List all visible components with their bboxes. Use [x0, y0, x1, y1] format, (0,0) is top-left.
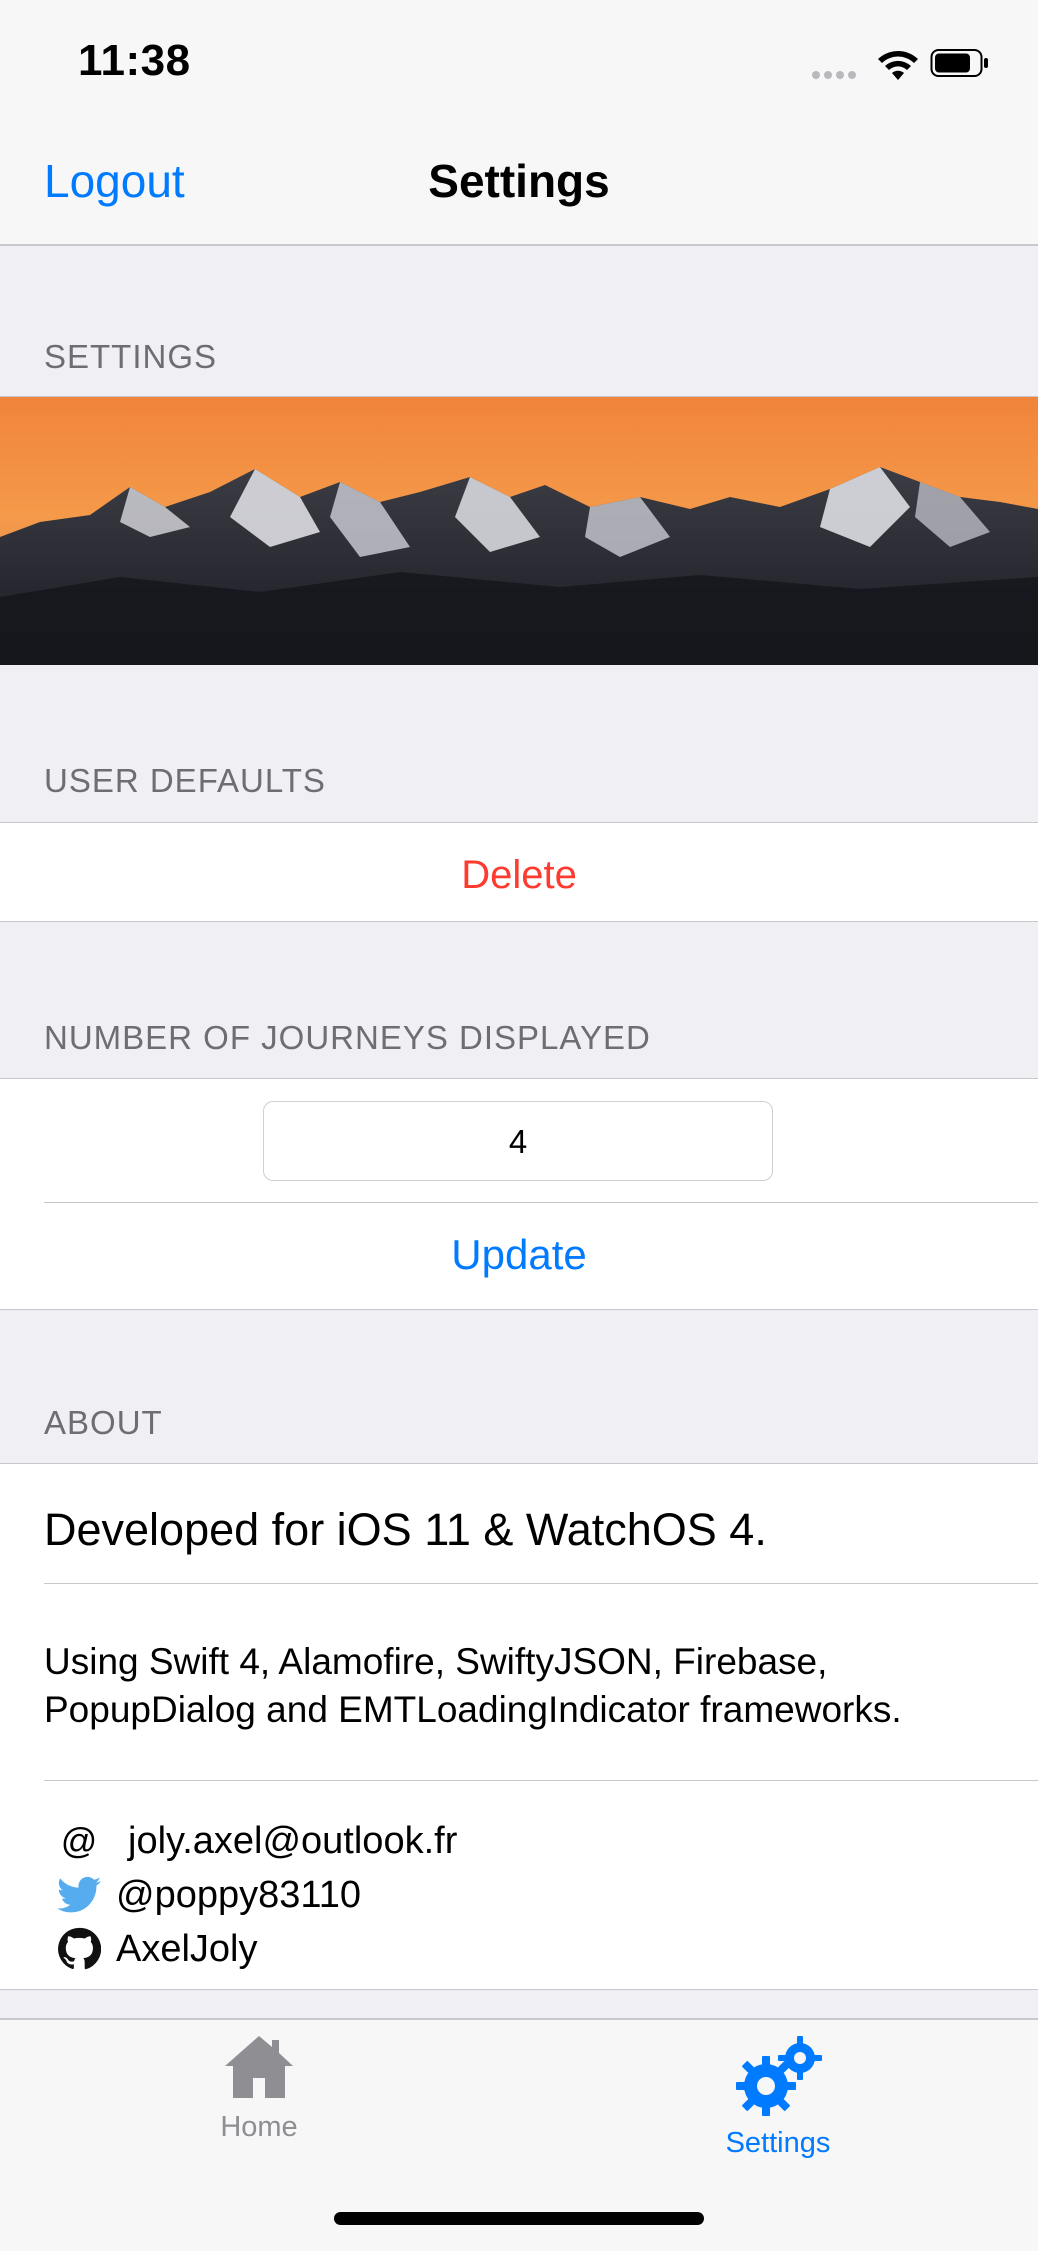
status-time: 11:38	[78, 36, 191, 85]
divider	[44, 1202, 1038, 1203]
twitter-icon	[56, 1872, 102, 1918]
twitter-row[interactable]: @poppy83110	[56, 1872, 361, 1918]
cellular-signal-icon	[812, 66, 860, 84]
github-row[interactable]: AxelJoly	[56, 1926, 258, 1972]
update-button[interactable]: Update	[0, 1231, 1038, 1279]
status-bar: 11:38	[0, 0, 1038, 110]
tab-home[interactable]: Home	[129, 2034, 389, 2144]
twitter-handle: @poppy83110	[116, 1873, 361, 1916]
section-header-user-defaults: USER DEFAULTS	[44, 762, 326, 799]
tab-settings[interactable]: Settings	[648, 2034, 908, 2160]
divider	[44, 1583, 1038, 1584]
wifi-icon	[878, 51, 918, 80]
about-cell: Developed for iOS 11 & WatchOS 4. Using …	[0, 1463, 1038, 1990]
delete-user-defaults-button[interactable]: Delete	[0, 822, 1038, 922]
email-address: joly.axel@outlook.fr	[128, 1819, 458, 1862]
section-header-about: ABOUT	[44, 1404, 163, 1441]
about-platform-text: Developed for iOS 11 & WatchOS 4.	[44, 1504, 767, 1555]
journeys-cell: 4 Update	[0, 1078, 1038, 1310]
section-header-settings: SETTINGS	[44, 338, 218, 375]
home-indicator	[334, 2212, 704, 2225]
page-title: Settings	[428, 155, 610, 207]
about-frameworks-text: Using Swift 4, Alamofire, SwiftyJSON, Fi…	[44, 1641, 902, 1730]
journeys-count-input[interactable]: 4	[263, 1101, 773, 1181]
section-header-journeys: NUMBER OF JOURNEYS DISPLAYED	[44, 1019, 651, 1056]
navigation-bar: Logout Settings	[0, 110, 1038, 246]
delete-label: Delete	[461, 853, 577, 897]
divider	[44, 1780, 1038, 1781]
mountain-banner-image	[0, 396, 1038, 665]
email-row[interactable]: @ joly.axel@outlook.fr	[56, 1818, 458, 1864]
github-username: AxelJoly	[116, 1927, 258, 1970]
home-icon	[225, 2036, 293, 2098]
tab-settings-label: Settings	[725, 2127, 831, 2159]
tab-home-label: Home	[220, 2111, 298, 2143]
battery-icon	[930, 49, 988, 77]
at-sign-icon: @	[60, 1820, 98, 1861]
github-icon	[56, 1926, 102, 1972]
settings-gears-icon	[736, 2036, 822, 2116]
